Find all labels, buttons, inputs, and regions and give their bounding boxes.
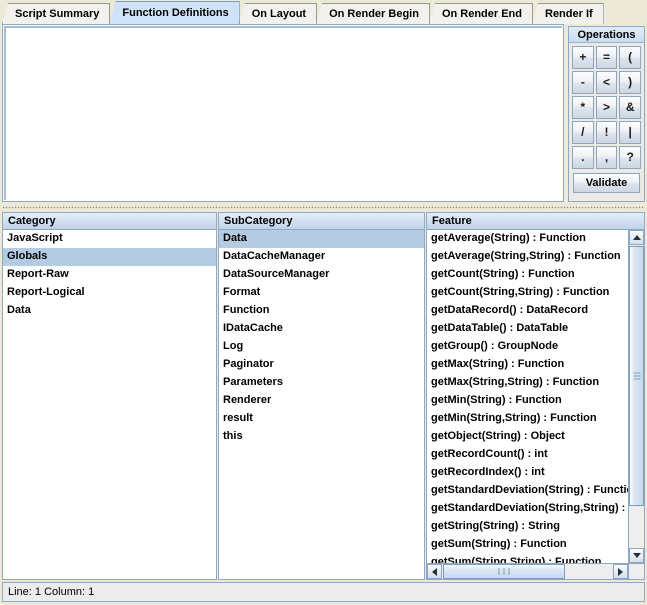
list-item[interactable]: IDataCache bbox=[219, 320, 424, 338]
list-item[interactable]: DataCacheManager bbox=[219, 248, 424, 266]
operation-button-3[interactable]: - bbox=[572, 71, 594, 94]
list-item[interactable]: Data bbox=[3, 302, 216, 320]
vscroll-grip-icon bbox=[633, 371, 640, 382]
list-item[interactable]: getMin(String) : Function bbox=[427, 392, 628, 410]
script-editor-area[interactable] bbox=[2, 24, 564, 202]
feature-panel: Feature getAverage(String) : Function get… bbox=[426, 212, 645, 580]
tab-strip: Script Summary Function Definitions On Lay… bbox=[0, 0, 647, 24]
list-item[interactable]: Format bbox=[219, 284, 424, 302]
operation-button-0[interactable]: + bbox=[572, 46, 594, 69]
status-bar: Line: 1 Column: 1 bbox=[2, 582, 645, 602]
list-item[interactable]: getString(String) : String bbox=[427, 518, 628, 536]
list-item[interactable]: Globals bbox=[3, 248, 216, 266]
tab-on-render-end[interactable]: On Render End bbox=[428, 3, 533, 24]
operation-button-12[interactable]: . bbox=[572, 146, 594, 169]
tab-on-render-begin[interactable]: On Render Begin bbox=[316, 3, 430, 24]
list-item[interactable]: getMax(String,String) : Function bbox=[427, 374, 628, 392]
selector-lists: Category JavaScript Globals Report-Raw Repo… bbox=[2, 212, 645, 580]
list-item[interactable]: getCount(String,String) : Function bbox=[427, 284, 628, 302]
operation-button-5[interactable]: ) bbox=[619, 71, 641, 94]
validate-button[interactable]: Validate bbox=[573, 173, 640, 193]
list-item[interactable]: getObject(String) : Object bbox=[427, 428, 628, 446]
list-item[interactable]: getSum(String,String) : Function bbox=[427, 554, 628, 563]
list-item[interactable]: Data bbox=[219, 230, 424, 248]
feature-header: Feature bbox=[427, 213, 644, 230]
operation-button-1[interactable]: = bbox=[595, 46, 618, 69]
script-editor-window: Script Summary Function Definitions On Lay… bbox=[0, 0, 647, 605]
category-list[interactable]: JavaScript Globals Report-Raw Report-Logica… bbox=[3, 230, 216, 579]
list-item[interactable]: Function bbox=[219, 302, 424, 320]
tab-render-if[interactable]: Render If bbox=[532, 3, 604, 24]
operation-button-2[interactable]: ( bbox=[619, 46, 641, 69]
list-item[interactable]: getRecordCount() : int bbox=[427, 446, 628, 464]
operations-panel: Operations + =( - <) * > & /! |.,? Validate bbox=[568, 26, 645, 202]
splitter-grip-dots bbox=[2, 206, 645, 209]
operation-button-10[interactable]: ! bbox=[595, 121, 618, 144]
feature-hscroll-thumb[interactable] bbox=[443, 564, 565, 579]
feature-horizontal-scrollbar[interactable] bbox=[427, 563, 628, 579]
scroll-left-icon[interactable] bbox=[427, 564, 442, 579]
feature-vertical-scrollbar[interactable] bbox=[628, 230, 644, 563]
tab-script-summary[interactable]: Script Summary bbox=[2, 3, 111, 24]
subcategory-list[interactable]: Data DataCacheManager DataSourceManager For… bbox=[219, 230, 424, 579]
category-panel: Category JavaScript Globals Report-Raw Repo… bbox=[2, 212, 217, 580]
hscroll-grip-icon bbox=[497, 566, 512, 578]
list-item[interactable]: getStandardDeviation(String) : Function bbox=[427, 482, 628, 500]
list-item[interactable]: Renderer bbox=[219, 392, 424, 410]
list-item[interactable]: JavaScript bbox=[3, 230, 216, 248]
scrollbar-corner bbox=[628, 563, 644, 579]
list-item[interactable]: DataSourceManager bbox=[219, 266, 424, 284]
operation-button-8[interactable]: & bbox=[619, 96, 641, 119]
scroll-right-icon[interactable] bbox=[613, 564, 628, 579]
validate-button-wrap: Validate bbox=[569, 171, 644, 193]
tab-on-layout[interactable]: On Layout bbox=[238, 3, 318, 24]
operation-button-11[interactable]: | bbox=[619, 121, 641, 144]
list-item[interactable]: getSum(String) : Function bbox=[427, 536, 628, 554]
list-item[interactable]: Paginator bbox=[219, 356, 424, 374]
list-item[interactable]: getRecordIndex() : int bbox=[427, 464, 628, 482]
scroll-up-icon[interactable] bbox=[629, 230, 644, 245]
script-editor-text[interactable] bbox=[6, 28, 562, 42]
operation-button-6[interactable]: * bbox=[572, 96, 594, 119]
list-item[interactable]: getCount(String) : Function bbox=[427, 266, 628, 284]
list-item[interactable]: getAverage(String,String) : Function bbox=[427, 248, 628, 266]
operation-button-14[interactable]: ? bbox=[619, 146, 641, 169]
operation-button-7[interactable]: > bbox=[595, 96, 618, 119]
list-item[interactable]: result bbox=[219, 410, 424, 428]
scroll-down-icon[interactable] bbox=[629, 548, 644, 563]
list-item[interactable]: getMax(String) : Function bbox=[427, 356, 628, 374]
list-item[interactable]: getStandardDeviation(String,String) : Fu… bbox=[427, 500, 628, 518]
operations-panel-title: Operations bbox=[569, 27, 644, 43]
list-item[interactable]: this bbox=[219, 428, 424, 446]
subcategory-panel: SubCategory Data DataCacheManager DataSour… bbox=[218, 212, 425, 580]
horizontal-splitter[interactable] bbox=[2, 204, 645, 211]
list-item[interactable]: Report-Logical bbox=[3, 284, 216, 302]
list-item[interactable]: getDataTable() : DataTable bbox=[427, 320, 628, 338]
list-item[interactable]: getAverage(String) : Function bbox=[427, 230, 628, 248]
operations-button-grid: + =( - <) * > & /! |.,? bbox=[569, 43, 644, 171]
tab-function-definitions[interactable]: Function Definitions bbox=[109, 1, 240, 24]
list-item[interactable]: getDataRecord() : DataRecord bbox=[427, 302, 628, 320]
subcategory-header: SubCategory bbox=[219, 213, 424, 230]
list-item[interactable]: Log bbox=[219, 338, 424, 356]
list-item[interactable]: Report-Raw bbox=[3, 266, 216, 284]
feature-list[interactable]: getAverage(String) : Function getAverage(… bbox=[427, 230, 628, 563]
list-item[interactable]: getGroup() : GroupNode bbox=[427, 338, 628, 356]
category-header: Category bbox=[3, 213, 216, 230]
list-item[interactable]: Parameters bbox=[219, 374, 424, 392]
operation-button-9[interactable]: / bbox=[572, 121, 594, 144]
feature-vscroll-thumb[interactable] bbox=[629, 246, 644, 506]
operation-button-4[interactable]: < bbox=[595, 71, 618, 94]
script-editor-inner[interactable] bbox=[4, 26, 562, 200]
list-item[interactable]: getMin(String,String) : Function bbox=[427, 410, 628, 428]
operation-button-13[interactable]: , bbox=[595, 146, 618, 169]
